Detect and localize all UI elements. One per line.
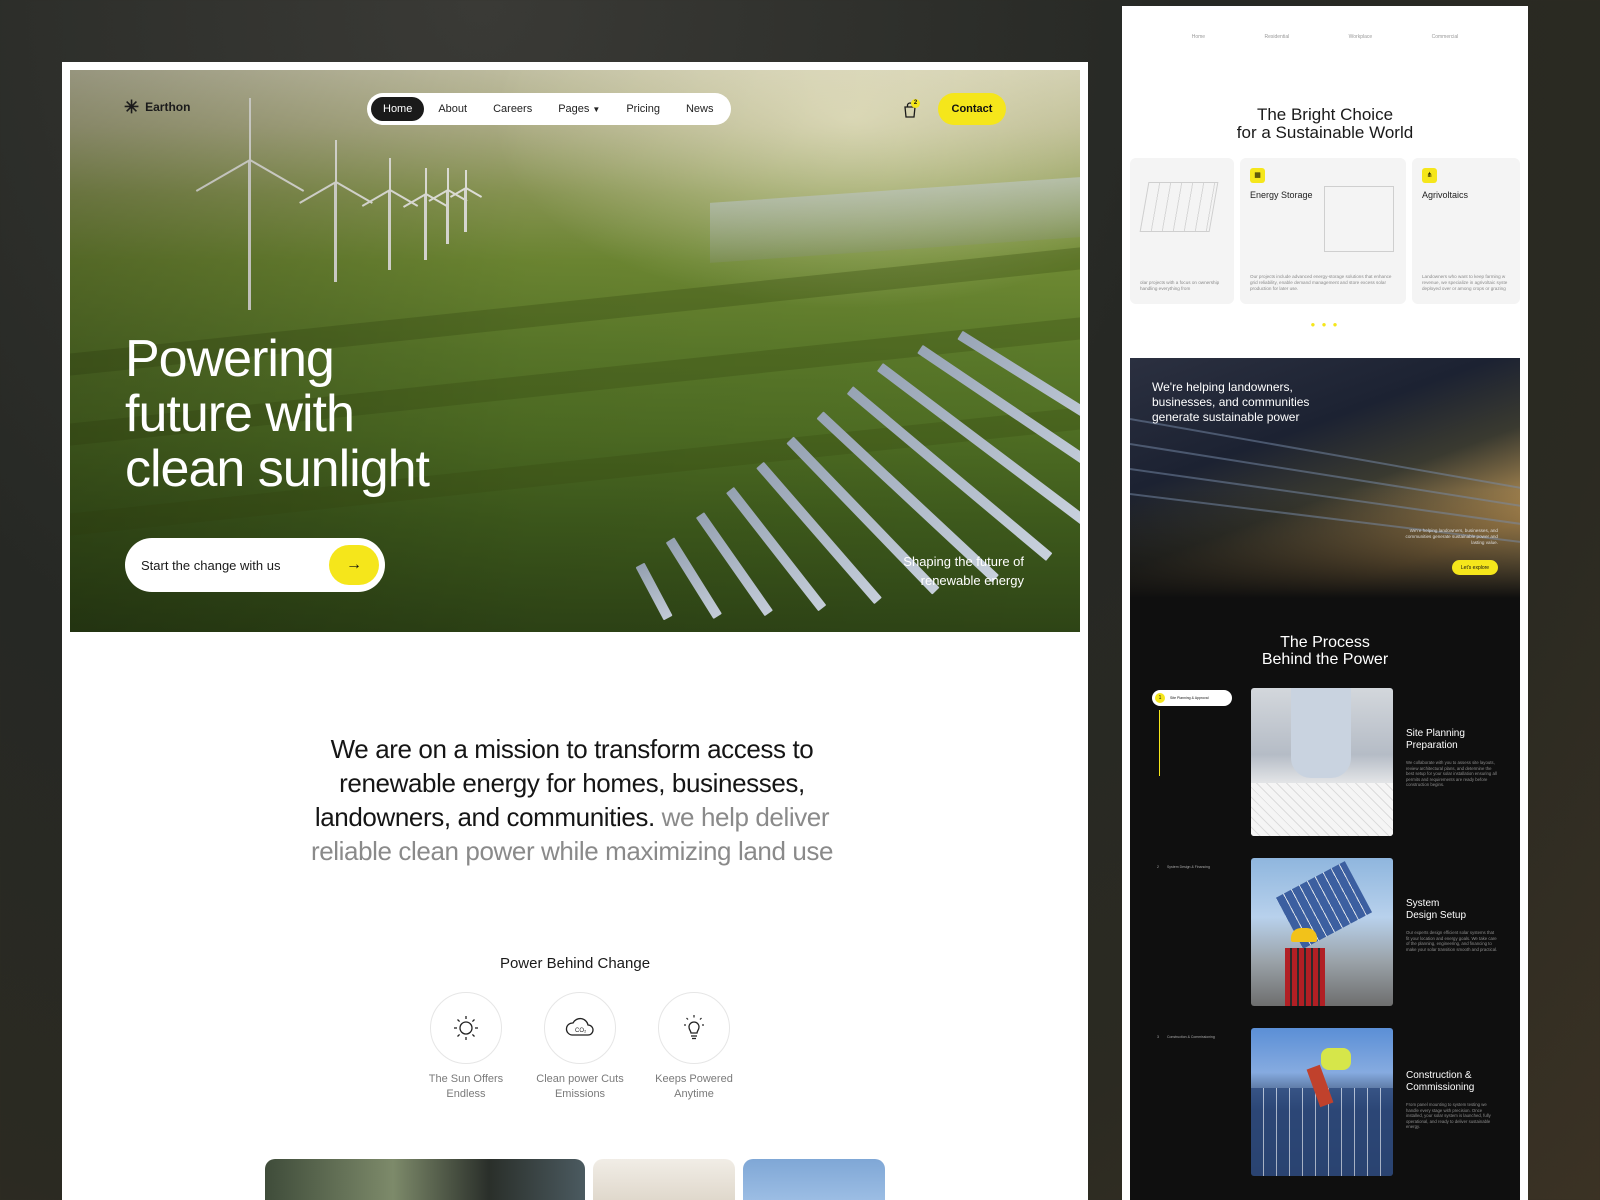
service-card[interactable]: ▦ Energy Storage Our projects include ad… [1240, 158, 1406, 304]
hero-section: ✳ Earthon Home About Careers Pages ▼ Pric… [70, 70, 1080, 632]
feature-label: The Sun Offers Endless [428, 1073, 504, 1100]
process-title: The Process Behind the Power [1261, 634, 1389, 668]
feature-item: The Sun Offers Endless [411, 992, 521, 1102]
bright-choice-heading: The Bright Choice for a Sustainable Worl… [1236, 105, 1414, 142]
feature-item: Keeps Powered Anytime [639, 992, 749, 1102]
landing-mockup-right: Home Residential Workplace Commercial Th… [1122, 6, 1528, 1200]
battery-icon: ▦ [1250, 168, 1265, 183]
feature-list: The Sun Offers Endless CO₂ Clean power C… [411, 992, 741, 1112]
explore-button[interactable]: Let's explore [1452, 560, 1498, 575]
main-nav: Home About Careers Pages ▼ Pricing News [367, 93, 731, 125]
banner-headline: We're helping landowners, businesses, an… [1152, 380, 1310, 424]
storage-unit-sketch [1324, 186, 1394, 252]
homepage-mockup: ✳ Earthon Home About Careers Pages ▼ Pric… [62, 62, 1088, 1200]
hero-title: Powering future with clean sunlight [125, 330, 430, 498]
nav-pages[interactable]: Pages ▼ [546, 97, 612, 121]
feature-label: Keeps Powered Anytime [655, 1073, 733, 1100]
service-title: Energy Storage [1250, 190, 1313, 200]
step-title: Construction & Commissioning [1406, 1070, 1475, 1093]
system-design-photo [1251, 858, 1393, 1006]
chevron-down-icon: ▼ [592, 105, 601, 114]
gallery-image [265, 1159, 585, 1200]
step-tab[interactable]: 3 Construction & Commissioning [1157, 1035, 1215, 1039]
gallery-image [743, 1159, 885, 1200]
step-desc: Our experts design efficient solar syste… [1406, 930, 1498, 952]
right-nav: Home Residential Workplace Commercial [1122, 34, 1528, 40]
feature-icon-circle [658, 992, 730, 1064]
step-number: 3 [1157, 1035, 1159, 1039]
feature-label: Clean power Cuts Emissions [536, 1073, 624, 1100]
contact-button[interactable]: Contact [938, 93, 1006, 125]
service-desc: olar projects with a focus on ownership … [1140, 280, 1220, 291]
nav-pricing[interactable]: Pricing [614, 97, 672, 121]
sun-icon [454, 1016, 478, 1040]
step-progress-line [1159, 710, 1160, 776]
right-nav-home[interactable]: Home [1192, 34, 1205, 40]
arrow-right-icon: → [329, 545, 379, 585]
service-card[interactable]: olar projects with a focus on ownership … [1130, 158, 1234, 304]
step-title: Site Planning Preparation [1406, 728, 1465, 751]
svg-text:CO₂: CO₂ [575, 1028, 587, 1034]
nav-careers[interactable]: Careers [481, 97, 544, 121]
cart-count-badge: 2 [911, 99, 920, 108]
step-label: Construction & Commissioning [1166, 1035, 1215, 1039]
start-change-button[interactable]: Start the change with us → [125, 538, 385, 592]
brand-logo[interactable]: ✳ Earthon [124, 98, 190, 116]
step-title: System Design Setup [1406, 898, 1467, 921]
construction-photo [1251, 1028, 1393, 1176]
nav-home[interactable]: Home [371, 97, 425, 121]
step-desc: We collaborate with you to assess site l… [1406, 760, 1497, 788]
dark-section: We're helping landowners, businesses, an… [1130, 358, 1520, 1200]
crop-icon: ⋔ [1422, 168, 1437, 183]
nav-pages-label: Pages [558, 103, 590, 115]
service-desc: Our projects include advanced energy-sto… [1250, 274, 1392, 291]
nav-about[interactable]: About [426, 97, 479, 121]
right-nav-commercial[interactable]: Commercial [1432, 34, 1459, 40]
gallery-image [593, 1159, 735, 1200]
step-tab-active[interactable]: 1 Site Planning & Approval [1152, 690, 1232, 706]
service-card[interactable]: ⋔ Agrivoltaics Landowners who want to ke… [1412, 158, 1520, 304]
power-section-title: Power Behind Change [499, 955, 651, 972]
right-nav-workplace[interactable]: Workplace [1349, 34, 1373, 40]
site-planning-photo [1251, 688, 1393, 836]
step-number: 2 [1157, 865, 1159, 869]
mission-statement: We are on a mission to transform access … [292, 732, 852, 868]
banner-subtext: We're helping landowners, businesses, an… [1405, 528, 1498, 545]
step-label: Site Planning & Approval [1170, 696, 1209, 700]
service-desc: Landowners who want to keep farming w re… [1422, 274, 1508, 291]
step-label: System Design & Financing [1166, 865, 1210, 869]
lightbulb-icon [684, 1015, 704, 1040]
feature-item: CO₂ Clean power Cuts Emissions [525, 992, 635, 1102]
cta-label: Start the change with us [141, 557, 281, 573]
step-number: 1 [1155, 693, 1165, 703]
feature-icon-circle [430, 992, 502, 1064]
co2-cloud-icon: CO₂ [565, 1017, 594, 1036]
brand-name: Earthon [145, 100, 191, 114]
carousel-dots[interactable]: ● ● ● [1122, 320, 1528, 329]
step-desc: From panel mounting to system testing we… [1406, 1102, 1491, 1130]
service-title: Agrivoltaics [1422, 190, 1469, 200]
service-carousel: olar projects with a focus on ownership … [1130, 158, 1520, 304]
feature-icon-circle: CO₂ [544, 992, 616, 1064]
hero-tagline: Shaping the future of renewable energy [903, 554, 1024, 588]
step-tab[interactable]: 2 System Design & Financing [1157, 865, 1210, 869]
right-nav-residential[interactable]: Residential [1264, 34, 1289, 40]
solar-panel-sketch [1139, 182, 1219, 232]
nav-news[interactable]: News [674, 97, 726, 121]
asterisk-logo-icon: ✳ [124, 97, 140, 117]
